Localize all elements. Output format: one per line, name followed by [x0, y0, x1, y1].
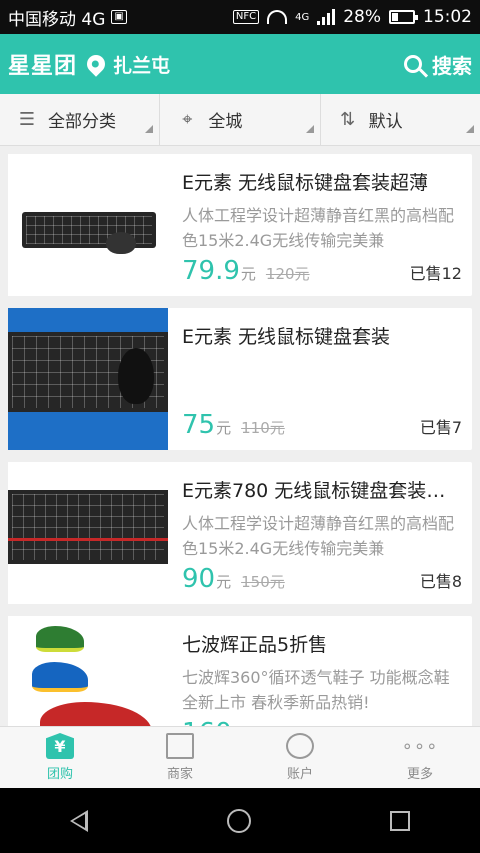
tab-label: 更多 [406, 767, 433, 782]
filter-label: 全城 [208, 112, 243, 132]
sold-count: 已售7 [419, 418, 462, 437]
price-unit: 元 [240, 265, 256, 283]
brand-title: 星星团 [8, 54, 78, 79]
system-nav-bar [0, 788, 480, 853]
tab-group-buy[interactable]: ¥ 团购 [0, 727, 120, 788]
signal-icon [317, 9, 336, 25]
dropdown-corner-icon [305, 125, 314, 133]
search-button[interactable]: 搜索 [404, 50, 472, 79]
more-icon: ∘∘∘ [401, 735, 439, 757]
deal-title: 七波辉正品5折售 [182, 634, 328, 656]
recents-icon[interactable] [390, 810, 411, 831]
filter-label: 默认 [368, 112, 403, 132]
deal-item[interactable]: 七波辉正品5折售 七波辉360°循环透气鞋子 功能概念鞋 全新上市 春秋季新品热… [8, 616, 472, 726]
filter-area[interactable]: ⌖ 全城 [160, 94, 321, 145]
tab-label: 账户 [286, 767, 313, 782]
tab-more[interactable]: ∘∘∘ 更多 [360, 727, 480, 788]
filter-label: 全部分类 [48, 112, 116, 132]
location-label: 扎兰屯 [113, 54, 171, 77]
bottom-nav: ¥ 团购 商家 账户 ∘∘∘ 更多 [0, 726, 480, 788]
deal-description: 人体工程学设计超薄静音红黑的高档配色15米2.4G无线传输完美兼 [182, 514, 455, 558]
tab-account[interactable]: 账户 [240, 727, 360, 788]
filter-sort[interactable]: ⇅ 默认 [321, 94, 480, 145]
location-selector[interactable]: 扎兰屯 [83, 51, 171, 78]
sold-count: 已售8 [419, 572, 462, 591]
dropdown-corner-icon [465, 125, 474, 133]
deal-item[interactable]: E元素 无线鼠标键盘套装超薄 人体工程学设计超薄静音红黑的高档配色15米2.4G… [8, 154, 472, 296]
sort-icon: ⇅ [340, 109, 356, 130]
deal-list[interactable]: E元素 无线鼠标键盘套装超薄 人体工程学设计超薄静音红黑的高档配色15米2.4G… [0, 146, 480, 726]
original-price: 120元 [265, 265, 310, 283]
search-label: 搜索 [432, 53, 472, 78]
nfc-icon: NFC [232, 10, 260, 24]
deal-title: E元素 无线鼠标键盘套装 [182, 326, 391, 348]
tab-label: 商家 [166, 767, 193, 782]
sold-count: 已售12 [409, 264, 462, 283]
location-pin-icon: ⌖ [182, 109, 193, 130]
price-unit: 元 [216, 419, 232, 437]
price-unit: 元 [216, 573, 232, 591]
store-icon [166, 733, 194, 759]
tab-label: 团购 [46, 767, 73, 782]
product-image-shoes [8, 616, 168, 726]
status-bar: 中国移动 4G ▣ NFC 4G 28% 15:02 [0, 0, 480, 34]
tab-merchants[interactable]: 商家 [120, 727, 240, 788]
original-price: 150元 [241, 573, 285, 591]
home-icon[interactable] [226, 808, 251, 833]
user-icon [286, 733, 314, 759]
filter-category[interactable]: ☰ 全部分类 [0, 94, 161, 145]
location-pin-icon [83, 51, 109, 77]
battery-percent: 28% [343, 7, 381, 27]
carrier-label: 中国移动 4G [8, 9, 106, 30]
group-buy-icon: ¥ [46, 733, 74, 759]
app-header: 星星团 扎兰屯 搜索 [0, 34, 480, 94]
back-icon[interactable] [69, 809, 88, 832]
dropdown-corner-icon [145, 125, 154, 133]
original-price: 110元 [241, 419, 285, 437]
menu-icon: ☰ [18, 109, 36, 130]
deal-description: 人体工程学设计超薄静音红黑的高档配色15米2.4G无线传输完美兼 [182, 206, 455, 250]
product-image-keyboard [8, 154, 168, 296]
product-image-keyboard [8, 462, 168, 604]
deal-item[interactable]: E元素780 无线鼠标键盘套装红黑 人体工程学设计超薄静音红黑的高档配色15米2… [8, 462, 472, 604]
image-notification-icon: ▣ [111, 10, 127, 24]
deal-description [182, 357, 464, 407]
filter-bar: ☰ 全部分类 ⌖ 全城 ⇅ 默认 [0, 94, 480, 146]
deal-price: 90 [182, 564, 216, 594]
product-image-keyboard [8, 308, 168, 450]
deal-description: 七波辉360°循环透气鞋子 功能概念鞋 全新上市 春秋季新品热销! [182, 668, 450, 712]
deal-price: 75 [182, 410, 216, 440]
deal-price: 160 [182, 718, 232, 726]
deal-title: E元素 无线鼠标键盘套装超薄 [182, 172, 429, 194]
battery-icon [389, 10, 418, 24]
wifi-icon [267, 10, 288, 24]
search-icon [404, 55, 422, 73]
deal-price: 79.9 [182, 256, 240, 286]
clock: 15:02 [423, 7, 472, 27]
deal-title: E元素780 无线鼠标键盘套装红黑 [182, 480, 464, 502]
deal-item[interactable]: E元素 无线鼠标键盘套装 75 元 110元 已售7 [8, 308, 472, 450]
network-type: 4G [295, 11, 310, 23]
